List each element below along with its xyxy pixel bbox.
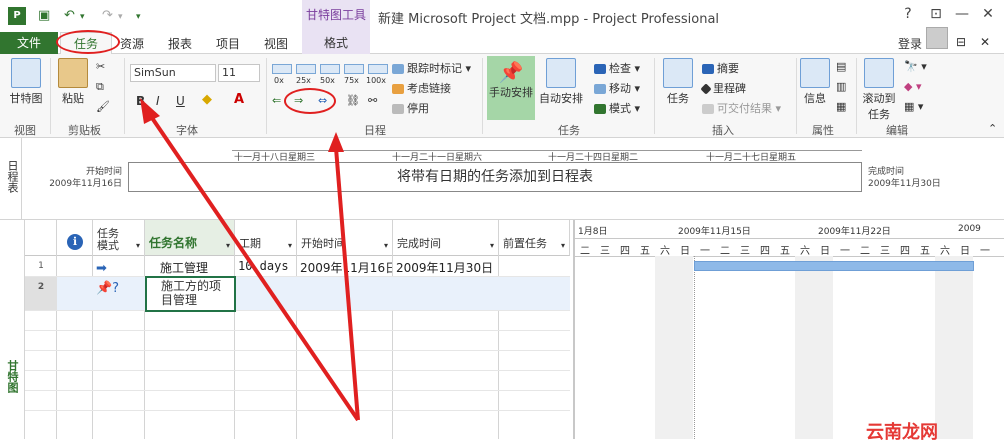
annotation-arrow bbox=[146, 110, 360, 422]
annotation-arrowhead bbox=[140, 98, 160, 124]
annotation-arrow bbox=[334, 147, 360, 421]
annotation-arrows bbox=[140, 98, 360, 422]
watermark-logo: 云南龙网 bbox=[866, 422, 938, 443]
annotation-arrowhead bbox=[328, 132, 344, 152]
